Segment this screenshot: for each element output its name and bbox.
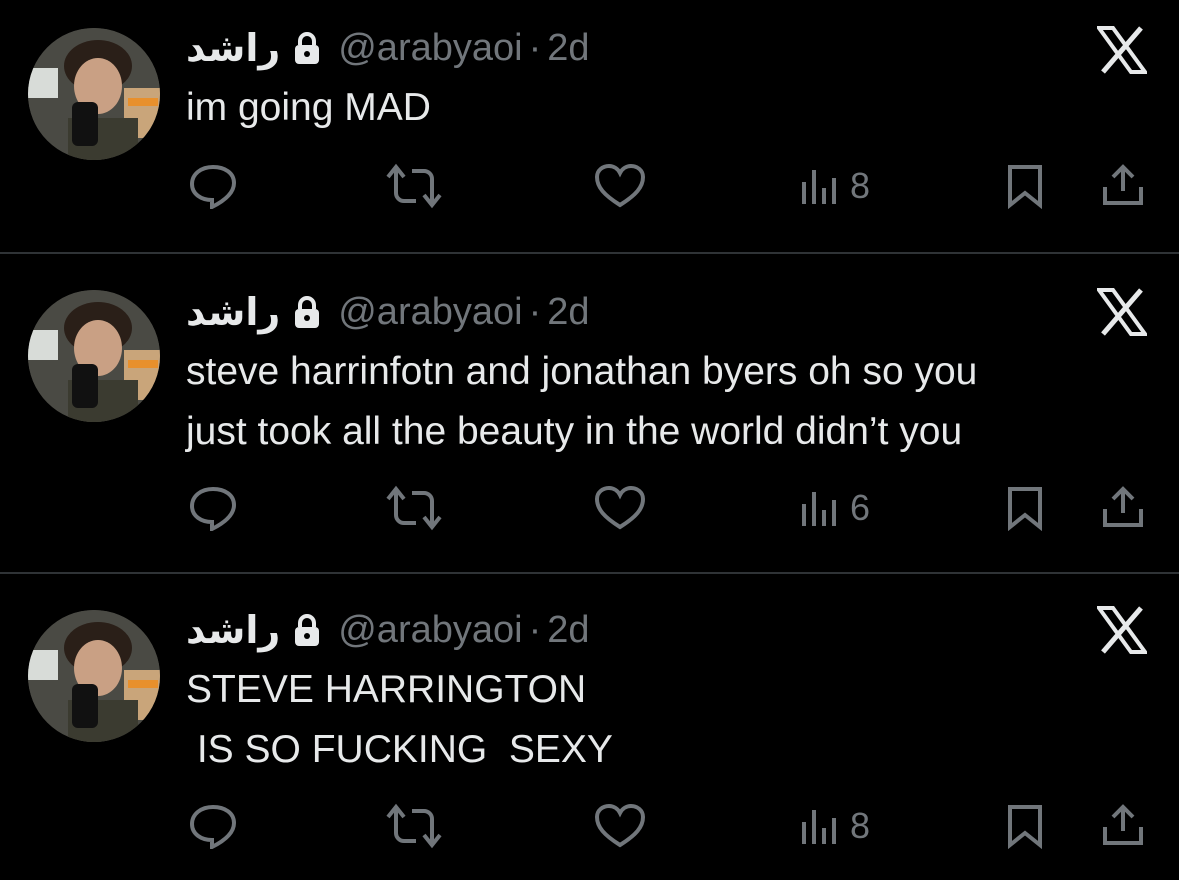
share-icon bbox=[1100, 163, 1146, 209]
like-button[interactable] bbox=[594, 480, 646, 536]
timestamp[interactable]: 2d bbox=[547, 609, 589, 652]
share-icon bbox=[1100, 485, 1146, 531]
share-button[interactable] bbox=[1100, 798, 1146, 854]
like-icon bbox=[594, 803, 646, 849]
display-name[interactable]: راشد bbox=[186, 608, 280, 653]
display-name[interactable]: راشد bbox=[186, 290, 280, 335]
views-icon bbox=[800, 486, 840, 530]
tweet-text: steve harrinfotn and jonathan byers oh s… bbox=[186, 350, 978, 453]
avatar[interactable] bbox=[28, 290, 160, 422]
tweet-header: راشد @arabyaoi · 2d bbox=[186, 608, 590, 653]
views-count: 6 bbox=[850, 487, 871, 528]
timestamp[interactable]: 2d bbox=[547, 291, 589, 334]
tweet-feed: راشد @arabyaoi · 2d im going MAD 8 راشد … bbox=[0, 0, 1179, 880]
bookmark-button[interactable] bbox=[1004, 158, 1046, 214]
x-logo-icon[interactable] bbox=[1095, 606, 1149, 654]
reply-icon bbox=[188, 485, 238, 531]
tweet-header: راشد @arabyaoi · 2d bbox=[186, 290, 590, 335]
avatar[interactable] bbox=[28, 28, 160, 160]
retweet-icon bbox=[384, 485, 444, 531]
share-icon bbox=[1100, 803, 1146, 849]
retweet-icon bbox=[384, 163, 444, 209]
reply-button[interactable] bbox=[188, 480, 238, 536]
tweet[interactable]: راشد @arabyaoi · 2d steve harrinfotn and… bbox=[0, 254, 1179, 572]
reply-button[interactable] bbox=[188, 798, 238, 854]
lock-icon bbox=[292, 295, 322, 329]
display-name[interactable]: راشد bbox=[186, 26, 280, 71]
reply-icon bbox=[188, 803, 238, 849]
views-button[interactable]: 8 bbox=[800, 798, 870, 854]
retweet-button[interactable] bbox=[384, 798, 444, 854]
views-icon bbox=[800, 164, 840, 208]
share-button[interactable] bbox=[1100, 480, 1146, 536]
retweet-button[interactable] bbox=[384, 480, 444, 536]
bookmark-icon bbox=[1004, 163, 1046, 209]
reply-icon bbox=[188, 163, 238, 209]
like-button[interactable] bbox=[594, 798, 646, 854]
reply-button[interactable] bbox=[188, 158, 238, 214]
tweet-actions: 8 bbox=[0, 798, 1179, 854]
like-button[interactable] bbox=[594, 158, 646, 214]
tweet-actions: 8 bbox=[0, 158, 1179, 214]
tweet-header: راشد @arabyaoi · 2d bbox=[186, 26, 590, 71]
retweet-button[interactable] bbox=[384, 158, 444, 214]
tweet[interactable]: راشد @arabyaoi · 2d im going MAD 8 bbox=[0, 0, 1179, 252]
separator-dot: · bbox=[528, 290, 542, 333]
views-count: 8 bbox=[850, 805, 871, 846]
like-icon bbox=[594, 485, 646, 531]
views-button[interactable]: 6 bbox=[800, 480, 870, 536]
separator-dot: · bbox=[528, 608, 542, 651]
tweet[interactable]: راشد @arabyaoi · 2d STEVE HARRINGTON IS … bbox=[0, 574, 1179, 880]
views-button[interactable]: 8 bbox=[800, 158, 870, 214]
handle[interactable]: @arabyaoi bbox=[338, 27, 522, 70]
x-logo-icon[interactable] bbox=[1095, 26, 1149, 74]
lock-icon bbox=[292, 31, 322, 65]
lock-icon bbox=[292, 613, 322, 647]
bookmark-button[interactable] bbox=[1004, 798, 1046, 854]
separator-dot: · bbox=[528, 26, 542, 69]
tweet-actions: 6 bbox=[0, 480, 1179, 536]
handle[interactable]: @arabyaoi bbox=[338, 609, 522, 652]
share-button[interactable] bbox=[1100, 158, 1146, 214]
avatar[interactable] bbox=[28, 610, 160, 742]
retweet-icon bbox=[384, 803, 444, 849]
timestamp[interactable]: 2d bbox=[547, 27, 589, 70]
handle[interactable]: @arabyaoi bbox=[338, 291, 522, 334]
like-icon bbox=[594, 163, 646, 209]
bookmark-button[interactable] bbox=[1004, 480, 1046, 536]
views-count: 8 bbox=[850, 165, 871, 206]
tweet-text: im going MAD bbox=[186, 86, 431, 129]
bookmark-icon bbox=[1004, 485, 1046, 531]
views-icon bbox=[800, 804, 840, 848]
tweet-text: STEVE HARRINGTON IS SO FUCKING SEXY bbox=[186, 668, 613, 771]
bookmark-icon bbox=[1004, 803, 1046, 849]
x-logo-icon[interactable] bbox=[1095, 288, 1149, 336]
